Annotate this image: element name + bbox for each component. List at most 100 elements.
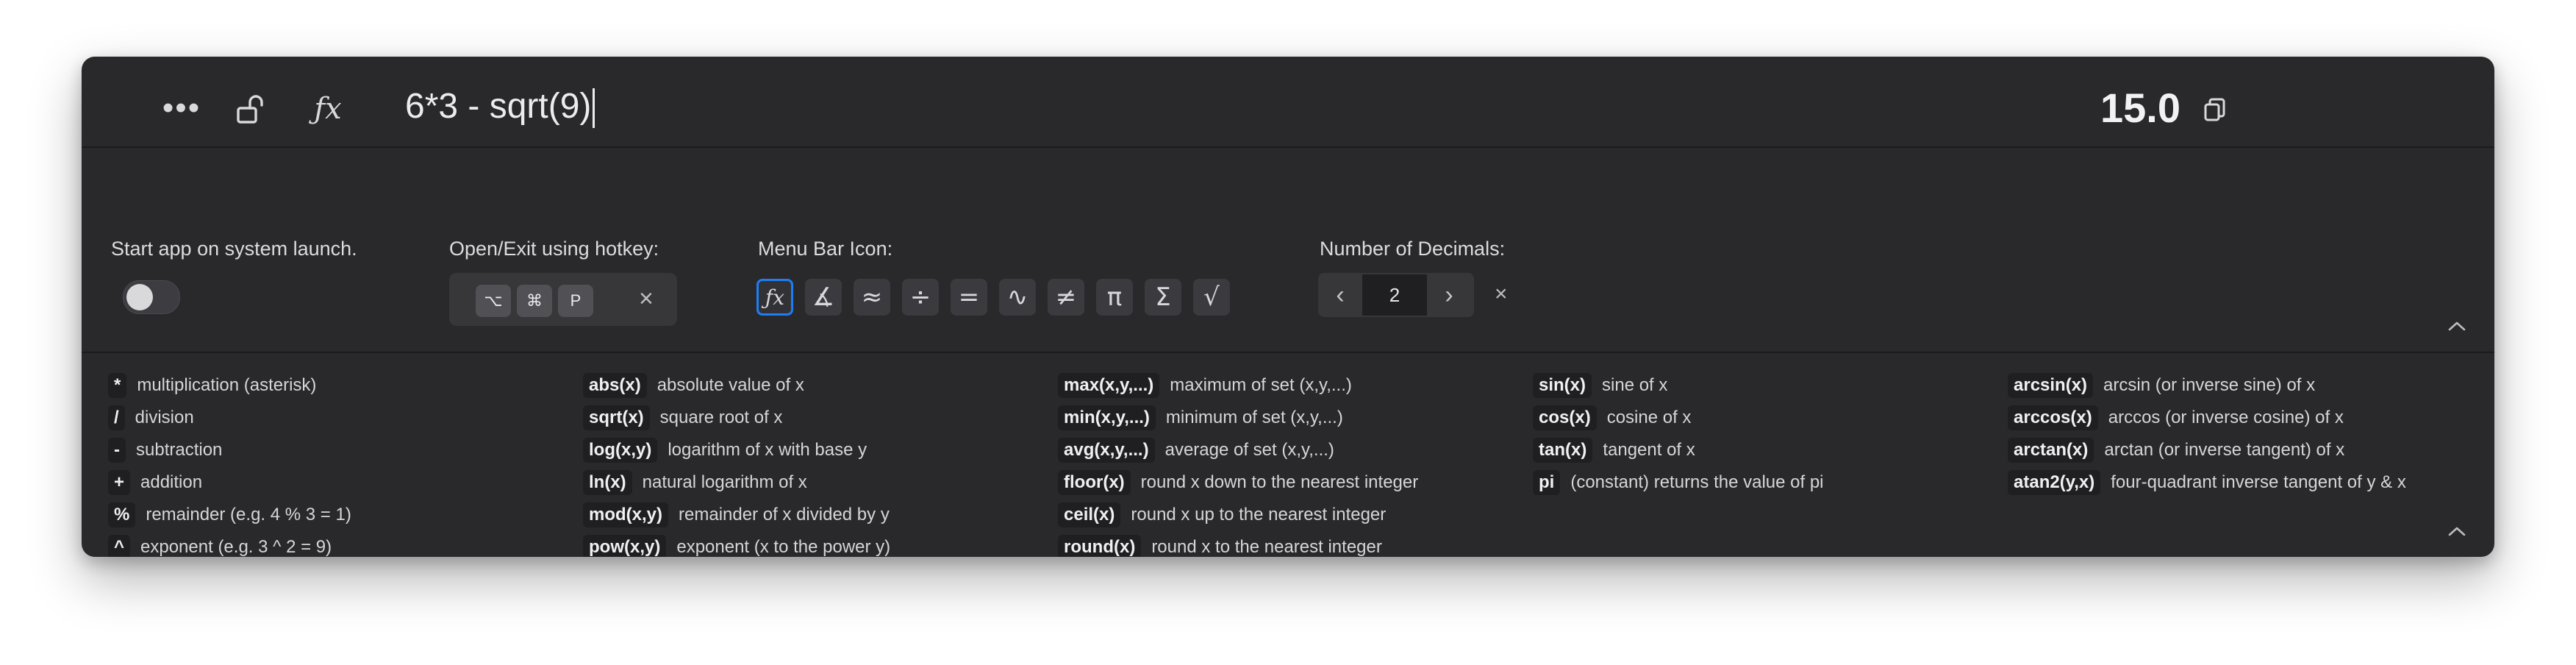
operator-desc: exponent (e.g. 3 ^ 2 = 9) xyxy=(140,537,332,557)
menubar-graph-icon[interactable]: ∿ xyxy=(999,279,1036,316)
clear-hotkey-icon[interactable]: × xyxy=(639,286,654,311)
decimals-stepper: ‹ 2 › xyxy=(1318,273,1474,317)
list-item: pi (constant) returns the value of pi xyxy=(1533,469,1824,496)
launch-toggle[interactable] xyxy=(123,280,180,314)
list-item: sin(x) sine of x xyxy=(1533,372,1667,399)
list-item: ln(x) natural logarithm of x xyxy=(583,469,807,496)
menubar-not-equal-icon[interactable]: ≠ xyxy=(1048,279,1084,316)
function-tag: sin(x) xyxy=(1533,373,1592,398)
list-item: arcsin(x) arcsin (or inverse sine) of x xyxy=(2008,372,2315,399)
reset-decimals-icon[interactable]: × xyxy=(1495,282,1508,307)
function-desc: sine of x xyxy=(1602,375,1668,395)
settings-panel: Start app on system launch. Open/Exit us… xyxy=(82,148,2494,353)
function-desc: arccos (or inverse cosine) of x xyxy=(2108,408,2344,427)
list-item: ceil(x) round x up to the nearest integer xyxy=(1058,502,1386,528)
menubar-fx-icon[interactable]: ƒx xyxy=(756,279,793,316)
menubar-divide-icon[interactable]: ÷ xyxy=(902,279,939,316)
menubar-sigma-icon[interactable]: Σ xyxy=(1145,279,1181,316)
decimals-label: Number of Decimals: xyxy=(1320,238,1506,260)
function-desc: arctan (or inverse tangent) of x xyxy=(2104,440,2345,460)
function-tag: pow(x,y) xyxy=(583,535,667,557)
decimals-value[interactable]: 2 xyxy=(1362,274,1427,316)
list-item: avg(x,y,...) average of set (x,y,...) xyxy=(1058,437,1334,463)
top-bar: ••• ƒx 6*3 - sqrt(9) 15.0 xyxy=(82,57,2494,148)
fx-icon[interactable]: ƒx xyxy=(302,86,354,132)
list-item: arctan(x) arctan (or inverse tangent) of … xyxy=(2008,437,2344,463)
operator-tag: ^ xyxy=(108,535,131,557)
command-key: ⌘ xyxy=(517,285,552,317)
list-item: min(x,y,...) minimum of set (x,y,...) xyxy=(1058,405,1343,431)
menubar-sqrt-icon[interactable]: √ xyxy=(1193,279,1230,316)
list-item: atan2(y,x) four-quadrant inverse tangent … xyxy=(2008,469,2406,496)
menubar-equals-icon[interactable]: = xyxy=(951,279,987,316)
function-desc: cosine of x xyxy=(1606,408,1692,427)
list-item: arccos(x) arccos (or inverse cosine) of x xyxy=(2008,405,2344,431)
copy-icon[interactable] xyxy=(2197,92,2233,127)
menubar-pi-icon[interactable]: π xyxy=(1096,279,1133,316)
hotkey-label: Open/Exit using hotkey: xyxy=(449,238,659,260)
toggle-knob xyxy=(126,284,153,310)
function-desc: average of set (x,y,...) xyxy=(1164,440,1334,460)
function-tag: cos(x) xyxy=(1533,405,1597,430)
list-item: * multiplication (asterisk) xyxy=(108,372,316,399)
function-desc: square root of x xyxy=(659,408,783,427)
expression-input[interactable]: 6*3 - sqrt(9) xyxy=(405,77,595,136)
more-icon[interactable]: ••• xyxy=(160,92,204,124)
launch-label: Start app on system launch. xyxy=(111,238,357,260)
function-desc: four-quadrant inverse tangent of y & x xyxy=(2111,472,2406,492)
collapse-settings-icon[interactable] xyxy=(2447,320,2466,335)
expression-text[interactable]: 6*3 - sqrt(9) xyxy=(405,87,591,126)
functions-reference: * multiplication (asterisk) / division - su… xyxy=(82,353,2494,557)
function-desc: round x down to the nearest integer xyxy=(1140,472,1419,492)
function-desc: arcsin (or inverse sine) of x xyxy=(2103,375,2316,395)
function-tag: floor(x) xyxy=(1058,470,1131,495)
function-desc: minimum of set (x,y,...) xyxy=(1165,408,1343,427)
list-item: tan(x) tangent of x xyxy=(1533,437,1695,463)
function-tag: max(x,y,...) xyxy=(1058,373,1160,398)
p-key: P xyxy=(558,285,593,317)
operator-tag: - xyxy=(108,438,126,463)
operator-tag: % xyxy=(108,502,136,527)
function-tag: mod(x,y) xyxy=(583,502,669,527)
increment-decimals-icon[interactable]: › xyxy=(1427,273,1471,317)
list-item: floor(x) round x down to the nearest inte… xyxy=(1058,469,1418,496)
function-tag: avg(x,y,...) xyxy=(1058,438,1155,463)
option-key: ⌥ xyxy=(476,285,511,317)
operator-desc: subtraction xyxy=(136,440,223,460)
hotkey-recorder[interactable]: ⌥ ⌘ P × xyxy=(449,273,677,326)
list-item: mod(x,y) remainder of x divided by y xyxy=(583,502,890,528)
list-item: % remainder (e.g. 4 % 3 = 1) xyxy=(108,502,351,528)
constant-tag: pi xyxy=(1533,470,1561,495)
function-desc: (constant) returns the value of pi xyxy=(1570,472,1824,492)
list-item: max(x,y,...) maximum of set (x,y,...) xyxy=(1058,372,1352,399)
unlock-icon[interactable] xyxy=(228,89,272,130)
menubar-angle-icon[interactable]: ∡ xyxy=(805,279,842,316)
list-item: ^ exponent (e.g. 3 ^ 2 = 9) xyxy=(108,534,332,557)
calculator-window: ••• ƒx 6*3 - sqrt(9) 15.0 Start app on s… xyxy=(82,57,2494,557)
menubar-label: Menu Bar Icon: xyxy=(758,238,893,260)
decrement-decimals-icon[interactable]: ‹ xyxy=(1318,273,1362,317)
function-tag: log(x,y) xyxy=(583,438,658,463)
operator-tag: + xyxy=(108,470,131,495)
list-item: round(x) round x to the nearest integer xyxy=(1058,534,1382,557)
list-item: log(x,y) logarithm of x with base y xyxy=(583,437,867,463)
list-item: / division xyxy=(108,405,194,431)
function-tag: tan(x) xyxy=(1533,438,1593,463)
list-item: pow(x,y) exponent (x to the power y) xyxy=(583,534,890,557)
function-desc: round x to the nearest integer xyxy=(1151,537,1382,557)
function-desc: round x up to the nearest integer xyxy=(1131,505,1387,524)
list-item: sqrt(x) square root of x xyxy=(583,405,782,431)
result-value: 15.0 xyxy=(2100,85,2180,131)
function-tag: sqrt(x) xyxy=(583,405,650,430)
function-tag: round(x) xyxy=(1058,535,1142,557)
function-desc: remainder of x divided by y xyxy=(679,505,890,524)
text-caret xyxy=(593,88,595,129)
operator-desc: division xyxy=(135,408,194,427)
menubar-approx-icon[interactable]: ≈ xyxy=(854,279,890,316)
function-tag: ln(x) xyxy=(583,470,632,495)
function-desc: maximum of set (x,y,...) xyxy=(1170,375,1352,395)
collapse-reference-icon[interactable] xyxy=(2447,525,2466,541)
function-desc: absolute value of x xyxy=(656,375,804,395)
operator-tag: * xyxy=(108,373,127,398)
function-tag: min(x,y,...) xyxy=(1058,405,1156,430)
